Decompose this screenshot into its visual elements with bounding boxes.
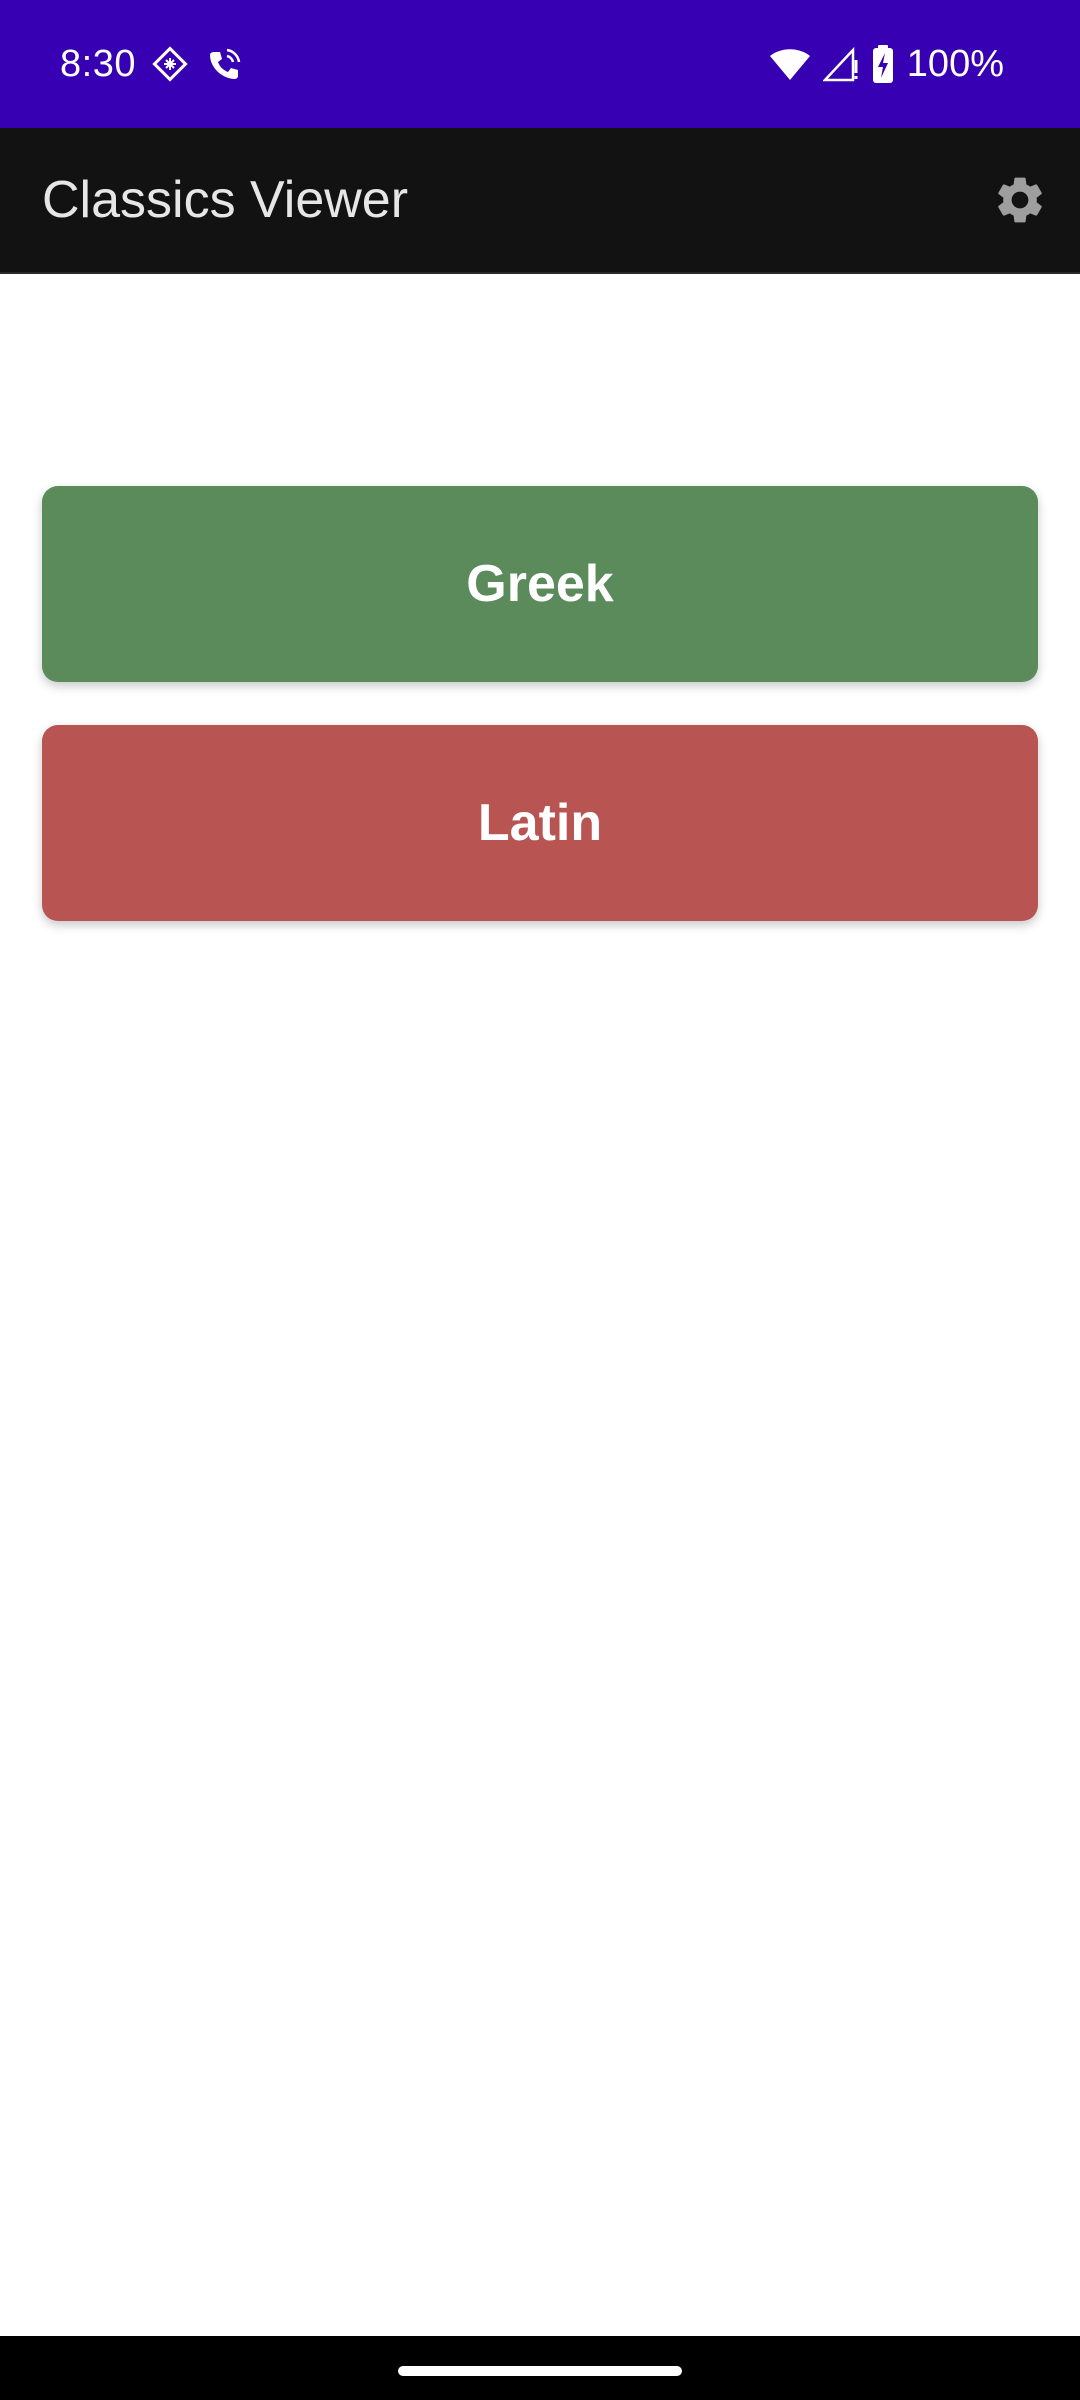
gear-icon xyxy=(992,172,1048,228)
status-right-group: 100% xyxy=(769,0,1004,128)
status-bar: 8:30 100% xyxy=(0,0,1080,128)
greek-button[interactable]: Greek xyxy=(42,486,1038,682)
battery-percentage: 100% xyxy=(906,42,1004,85)
wifi-icon xyxy=(769,46,811,82)
dev-badge-icon xyxy=(150,44,190,84)
navigation-bar xyxy=(0,2336,1080,2400)
app-bar: Classics Viewer xyxy=(0,128,1080,274)
status-time: 8:30 xyxy=(60,42,136,85)
wifi-calling-icon xyxy=(204,44,244,84)
settings-button[interactable] xyxy=(976,156,1064,244)
status-left-group: 8:30 xyxy=(60,0,244,128)
latin-button[interactable]: Latin xyxy=(42,725,1038,921)
battery-charging-icon xyxy=(871,44,895,84)
home-gesture-handle[interactable] xyxy=(398,2366,682,2376)
app-title: Classics Viewer xyxy=(42,171,409,229)
signal-icon xyxy=(822,46,859,82)
